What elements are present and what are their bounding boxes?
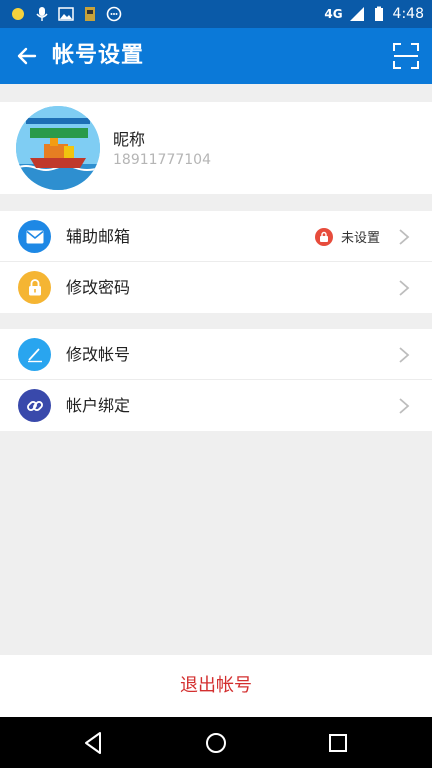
settings-group-account: 修改帐号 帐户绑定 bbox=[0, 329, 432, 431]
chevron-right-icon bbox=[399, 280, 410, 296]
battery-icon bbox=[374, 6, 383, 21]
row-label: 修改帐号 bbox=[66, 345, 131, 364]
row-label: 帐户绑定 bbox=[66, 396, 131, 415]
microphone-icon bbox=[36, 7, 48, 21]
status-bar: 4G 4:48 bbox=[0, 0, 432, 28]
phone-number: 18911777104 bbox=[113, 152, 211, 168]
nickname: 昵称 bbox=[113, 130, 146, 149]
row-change-account[interactable]: 修改帐号 bbox=[0, 329, 432, 380]
lock-warning-icon bbox=[314, 227, 333, 246]
arrow-left-icon bbox=[17, 47, 37, 65]
profile-card[interactable]: 昵称 18911777104 bbox=[0, 102, 432, 194]
chevron-right-icon bbox=[399, 347, 410, 363]
status-text: 未设置 bbox=[340, 231, 380, 246]
logout-button[interactable]: 退出帐号 bbox=[0, 655, 432, 717]
avatar[interactable] bbox=[16, 106, 100, 190]
link-icon bbox=[18, 389, 51, 422]
avatar-image bbox=[16, 106, 100, 190]
page-title: 帐号设置 bbox=[52, 43, 145, 68]
edit-icon bbox=[18, 338, 51, 371]
scan-qr-icon[interactable] bbox=[392, 42, 420, 70]
row-account-binding[interactable]: 帐户绑定 bbox=[0, 380, 432, 431]
chevron-right-icon bbox=[399, 229, 410, 245]
recents-square-icon[interactable] bbox=[324, 729, 352, 757]
clock: 4:48 bbox=[392, 6, 424, 22]
lock-icon bbox=[18, 271, 51, 304]
mail-icon bbox=[18, 220, 51, 253]
system-nav-bar bbox=[0, 717, 432, 768]
row-label: 修改密码 bbox=[66, 278, 131, 297]
row-label: 辅助邮箱 bbox=[66, 227, 131, 246]
chevron-right-icon bbox=[399, 398, 410, 414]
home-circle-icon[interactable] bbox=[202, 729, 230, 757]
settings-group-security: 辅助邮箱 未设置 修改密码 bbox=[0, 211, 432, 313]
image-icon bbox=[58, 7, 74, 21]
system-status: 4G 4:48 bbox=[324, 3, 424, 25]
chat-bubble-icon bbox=[106, 6, 122, 22]
network-type: 4G bbox=[324, 7, 343, 21]
row-backup-email[interactable]: 辅助邮箱 未设置 bbox=[0, 211, 432, 262]
signal-icon bbox=[349, 7, 364, 21]
app-bar: 帐号设置 bbox=[0, 28, 432, 84]
app-notification-icon bbox=[85, 7, 95, 21]
email-status: 未设置 bbox=[314, 211, 380, 262]
dot-notification-icon bbox=[12, 8, 24, 20]
back-button[interactable] bbox=[10, 40, 42, 72]
row-change-password[interactable]: 修改密码 bbox=[0, 262, 432, 313]
notification-icons bbox=[10, 4, 122, 24]
back-triangle-icon[interactable] bbox=[80, 729, 108, 757]
